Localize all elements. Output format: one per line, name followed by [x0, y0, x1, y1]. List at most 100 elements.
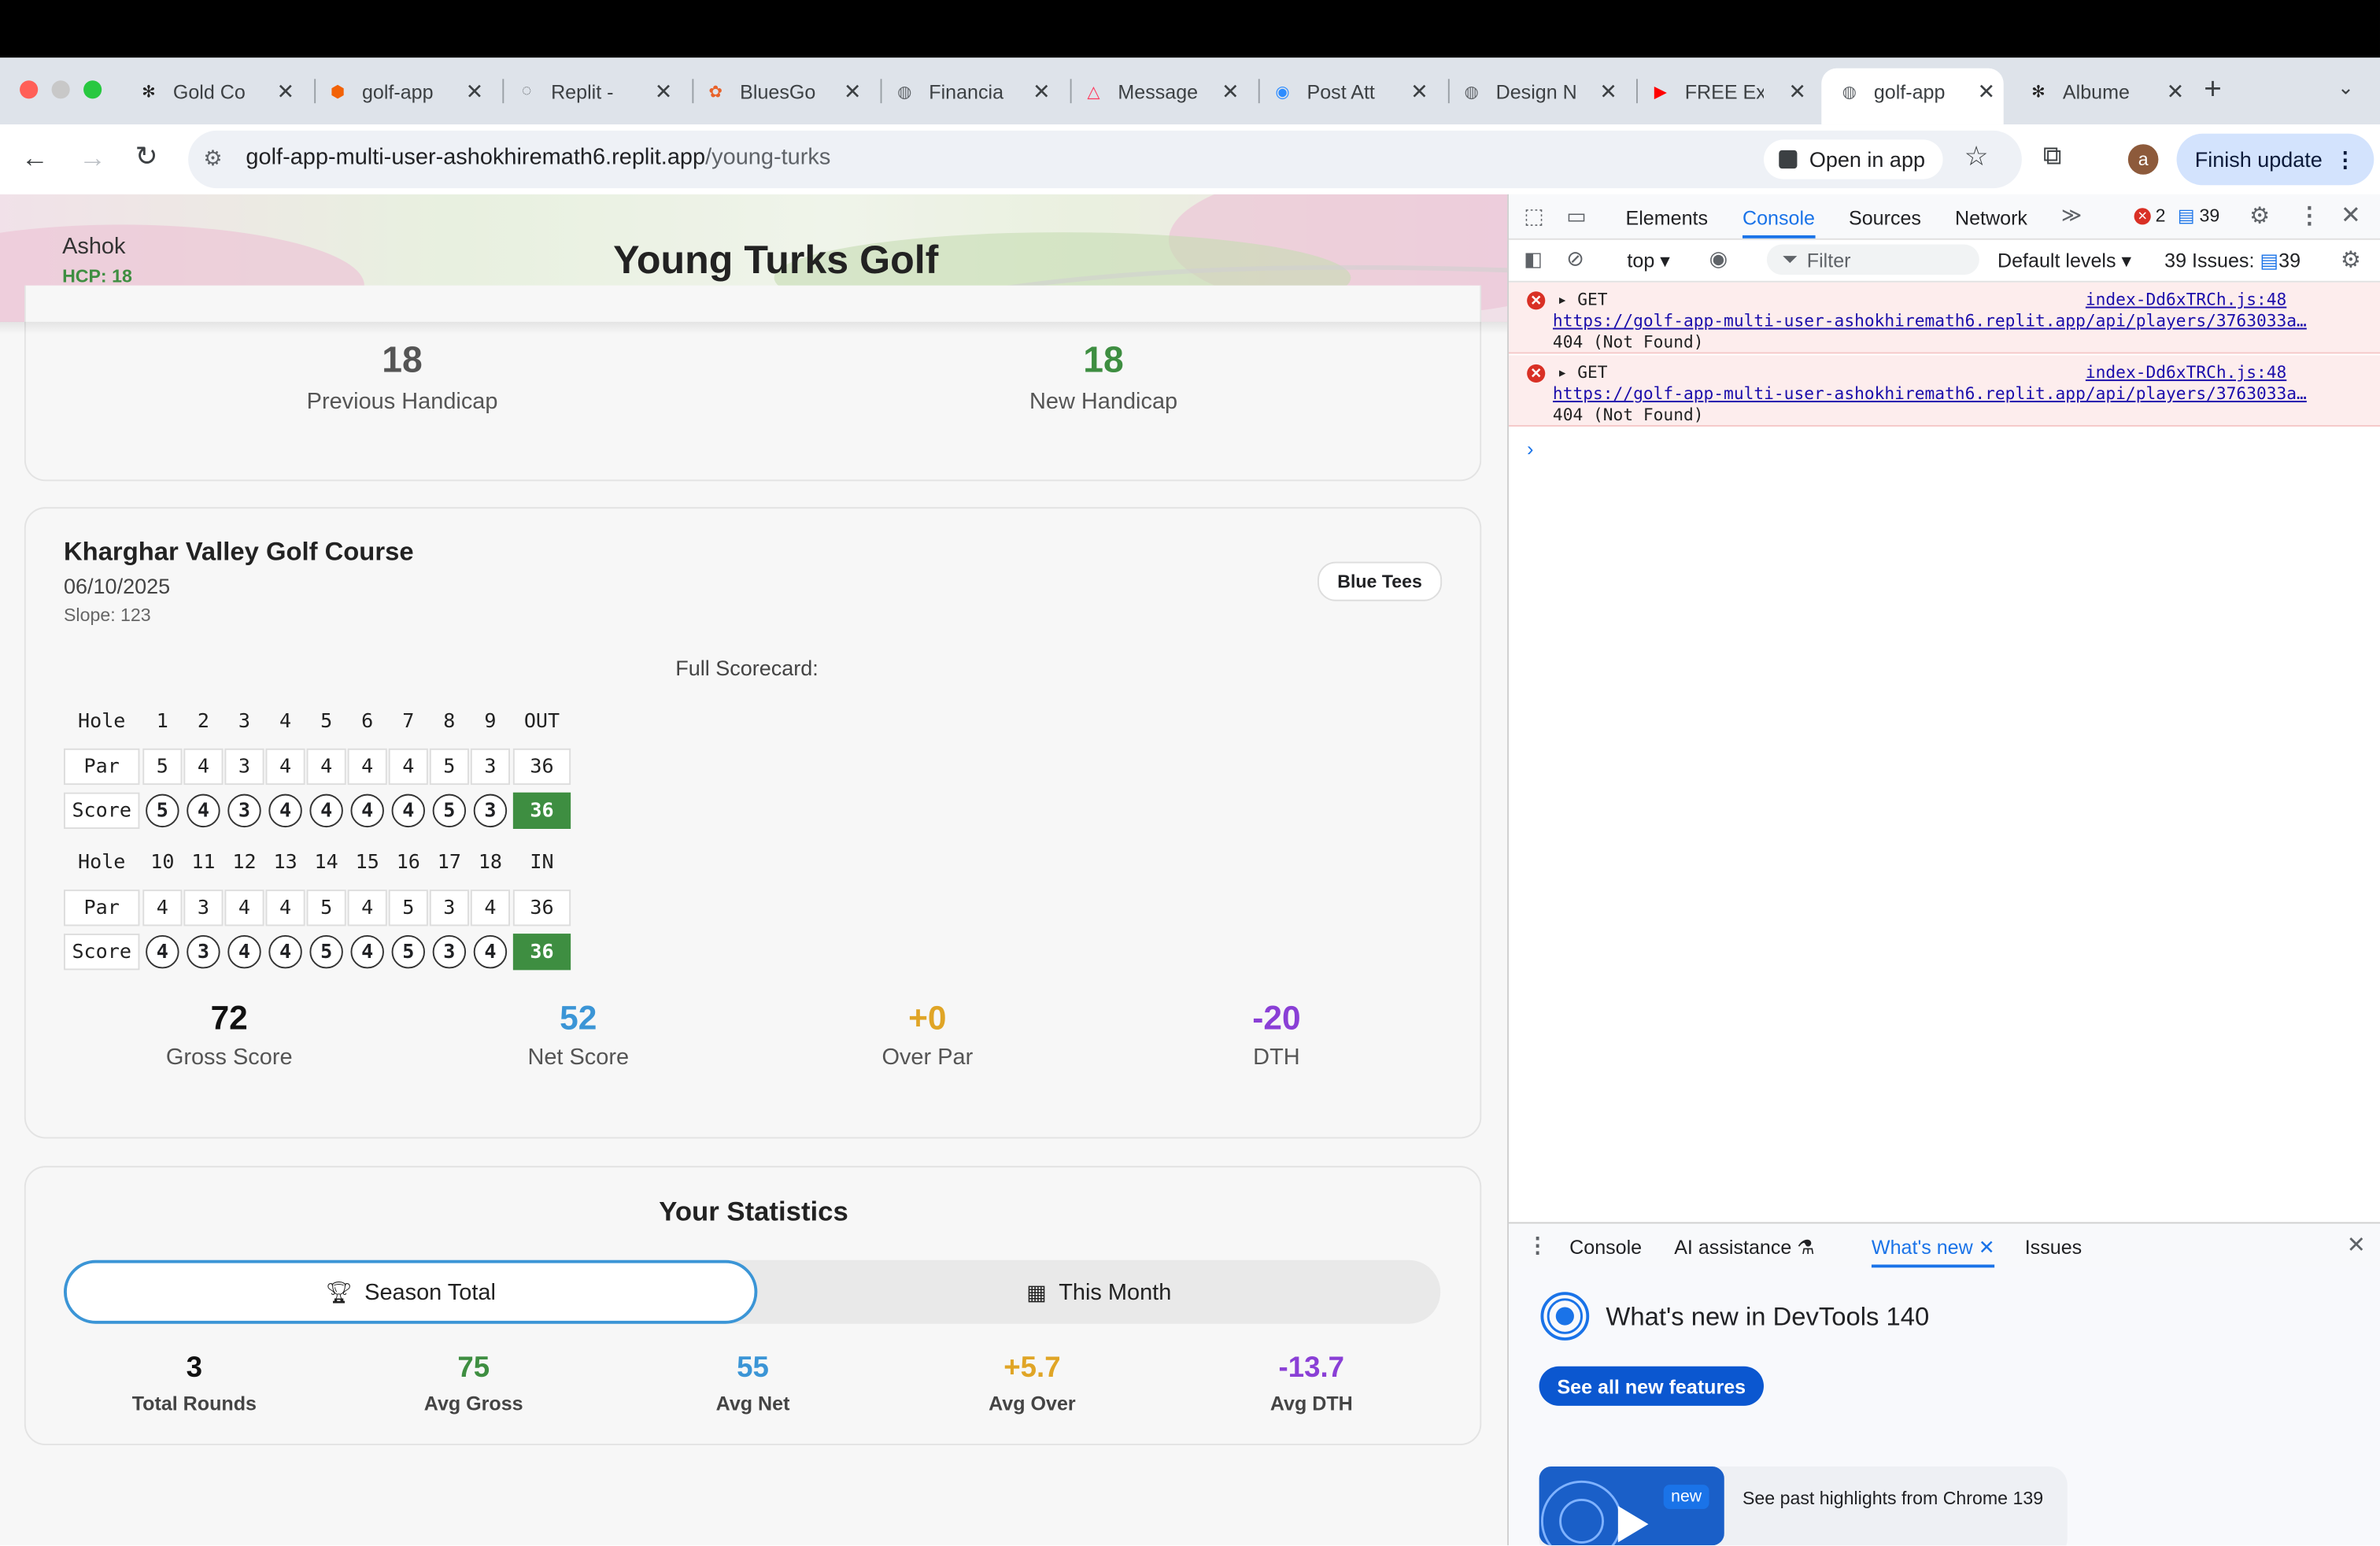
open-in-app-button[interactable]: Open in app [1763, 139, 1943, 179]
score-cell: 5 [309, 934, 343, 969]
request-url[interactable]: https://golf-app-multi-user-ashokhiremat… [1553, 311, 2342, 331]
scorecard-row-label: Par [63, 890, 140, 926]
console-prompt[interactable]: › [1527, 437, 1533, 460]
tab-close-icon[interactable]: ✕ [1033, 78, 1051, 104]
tab-this-month[interactable]: ▦ This Month [757, 1260, 1440, 1324]
drawer-tab[interactable]: What's new ✕ [1871, 1236, 1995, 1268]
request-url[interactable]: https://golf-app-multi-user-ashokhiremat… [1553, 384, 2342, 404]
score-cell: 4 [391, 793, 425, 828]
browser-tab[interactable]: ◉ Post Att ✕ [1270, 70, 1428, 113]
drawer-tab[interactable]: AI assistance ⚗ [1674, 1236, 1815, 1260]
close-devtools-icon[interactable]: ✕ [2341, 201, 2361, 231]
sidebar-toggle-icon[interactable]: ◧ [1524, 247, 1543, 272]
console-error-row[interactable]: ✕ ▸ GET index-Dd6xTRCh.js:48 https://golf-a… [1508, 282, 2380, 354]
inspect-element-icon[interactable]: ⬚ [1524, 203, 1544, 229]
par-cell: 4 [265, 748, 305, 786]
settings-gear-icon[interactable]: ⚙ [2249, 202, 2270, 229]
context-label: top [1627, 249, 1655, 272]
url-text[interactable]: golf-app-multi-user-ashokhiremath6.repli… [246, 144, 830, 170]
browser-tab[interactable]: ◍ Financia ✕ [893, 70, 1051, 113]
browser-tab[interactable]: ✿ BluesGo ✕ [704, 70, 862, 113]
message-count: 39 [2199, 205, 2220, 227]
score-cell: 4 [350, 793, 384, 828]
devtools-tab-sources[interactable]: Sources [1849, 206, 1921, 229]
browser-tab[interactable]: ⬢ golf-app ✕ [326, 70, 484, 113]
log-levels-dropdown[interactable]: Default levels ▾ [1998, 249, 2131, 273]
extensions-icon[interactable]: ⧉ [2043, 141, 2061, 172]
devtools-tab-network[interactable]: Network [1955, 206, 2027, 229]
tab-season-total[interactable]: 🏆︎ Season Total [63, 1259, 758, 1324]
browser-tab[interactable]: ◍ golf-app ✕ [1838, 70, 1995, 113]
source-link[interactable]: index-Dd6xTRCh.js:48 [2086, 363, 2286, 383]
close-drawer-icon[interactable]: ✕ [2347, 1231, 2366, 1259]
clear-console-icon[interactable]: ⊘ [1566, 246, 1584, 272]
error-counter[interactable]: ✕ 2 ▤ 39 [2134, 205, 2220, 227]
tab-close-icon[interactable]: ✕ [655, 78, 673, 104]
scorecard-row-label: Par [63, 748, 140, 786]
profile-avatar[interactable]: a [2127, 144, 2159, 175]
tab-close-icon[interactable]: ✕ [277, 78, 295, 104]
hole-number: 8 [443, 709, 456, 733]
context-selector[interactable]: top ▾ [1627, 249, 1669, 273]
tab-close-icon[interactable]: ✕ [1977, 78, 1995, 104]
finish-update-button[interactable]: Finish update ⋮ [2176, 133, 2374, 186]
new-tab-button[interactable]: + [2204, 73, 2222, 108]
bookmark-star-icon[interactable]: ☆ [1964, 141, 1989, 172]
console-error-row[interactable]: ✕ ▸ GET index-Dd6xTRCh.js:48 https://golf-a… [1508, 355, 2380, 427]
browser-tab[interactable]: ✻ Albume ✕ [2027, 70, 2185, 113]
tab-title: Albume [2062, 80, 2130, 103]
forward-icon[interactable]: → [79, 142, 106, 174]
hole-number: 13 [273, 850, 298, 874]
browser-tab[interactable]: ▶ FREE Ex ✕ [1648, 70, 1806, 113]
tab-close-icon[interactable]: ✕ [2167, 78, 2185, 104]
console-filter-input[interactable]: ⏷ Filter [1766, 244, 1979, 276]
reload-icon[interactable]: ↻ [135, 141, 158, 172]
tab-close-icon[interactable]: ✕ [1221, 78, 1240, 104]
console-settings-icon[interactable]: ⚙ [2341, 246, 2361, 273]
par-cell: 4 [224, 890, 264, 926]
devtools-menu-icon[interactable]: ⋮ [2298, 202, 2321, 229]
tab-close-icon[interactable]: ✕ [1410, 78, 1428, 104]
error-icon: ✕ [1527, 291, 1546, 310]
site-info-icon[interactable]: ⚙ [203, 146, 222, 172]
hole-number: 11 [191, 850, 216, 874]
devtools-tab-elements[interactable]: Elements [1625, 206, 1708, 229]
drawer-tab[interactable]: Console [1569, 1236, 1642, 1259]
tab-close-icon[interactable]: ✕ [1788, 78, 1806, 104]
issues-counter[interactable]: 39 Issues: ▤39 [2164, 249, 2301, 273]
more-tabs-icon[interactable]: ≫ [2061, 203, 2082, 227]
par-cell: 5 [306, 890, 346, 926]
stat-value: -13.7 [1278, 1352, 1345, 1385]
drawer-menu-icon[interactable]: ⋮ [1527, 1233, 1548, 1259]
par-cell: 5 [388, 890, 428, 926]
system-top-bar [0, 0, 2380, 58]
device-toolbar-icon[interactable]: ▭ [1566, 203, 1587, 229]
live-expression-eye-icon[interactable]: ◉ [1709, 246, 1728, 272]
tab-close-icon[interactable]: ✕ [1599, 78, 1617, 104]
score-cell: 4 [146, 934, 179, 969]
tab-close-icon[interactable]: ✕ [844, 78, 862, 104]
browser-tab[interactable]: ◌ Replit - ✕ [515, 70, 673, 113]
browser-tab[interactable]: ✻ Gold Co ✕ [137, 70, 295, 113]
stat-value: 75 [457, 1352, 490, 1385]
close-window-button[interactable] [20, 80, 39, 99]
zoom-icon: ◉ [1275, 83, 1290, 102]
tab-close-icon[interactable]: ✕ [466, 78, 484, 104]
back-icon[interactable]: ← [21, 142, 49, 174]
highlights-text: See past highlights from Chrome 139 [1742, 1487, 2044, 1509]
see-all-features-button[interactable]: See all new features [1539, 1366, 1764, 1406]
browser-tab[interactable]: △ Message ✕ [1081, 70, 1240, 113]
round-date: 06/10/2025 [63, 573, 171, 598]
par-cell: 4 [183, 748, 224, 786]
globe-icon: ◍ [1464, 83, 1479, 102]
par-cell: 4 [306, 748, 346, 786]
devtools-tab-console[interactable]: Console [1742, 206, 1815, 239]
source-link[interactable]: index-Dd6xTRCh.js:48 [2086, 290, 2286, 309]
browser-tab[interactable]: ◍ Design N ✕ [1459, 70, 1617, 113]
minimize-window-button[interactable] [51, 80, 70, 99]
zoom-window-button[interactable] [83, 80, 102, 99]
tab-search-chevron-icon[interactable]: ⌄ [2338, 76, 2354, 100]
request-method: ▸ GET [1557, 290, 1608, 310]
tab-title: Message [1118, 80, 1197, 103]
drawer-tab[interactable]: Issues [2025, 1236, 2082, 1259]
